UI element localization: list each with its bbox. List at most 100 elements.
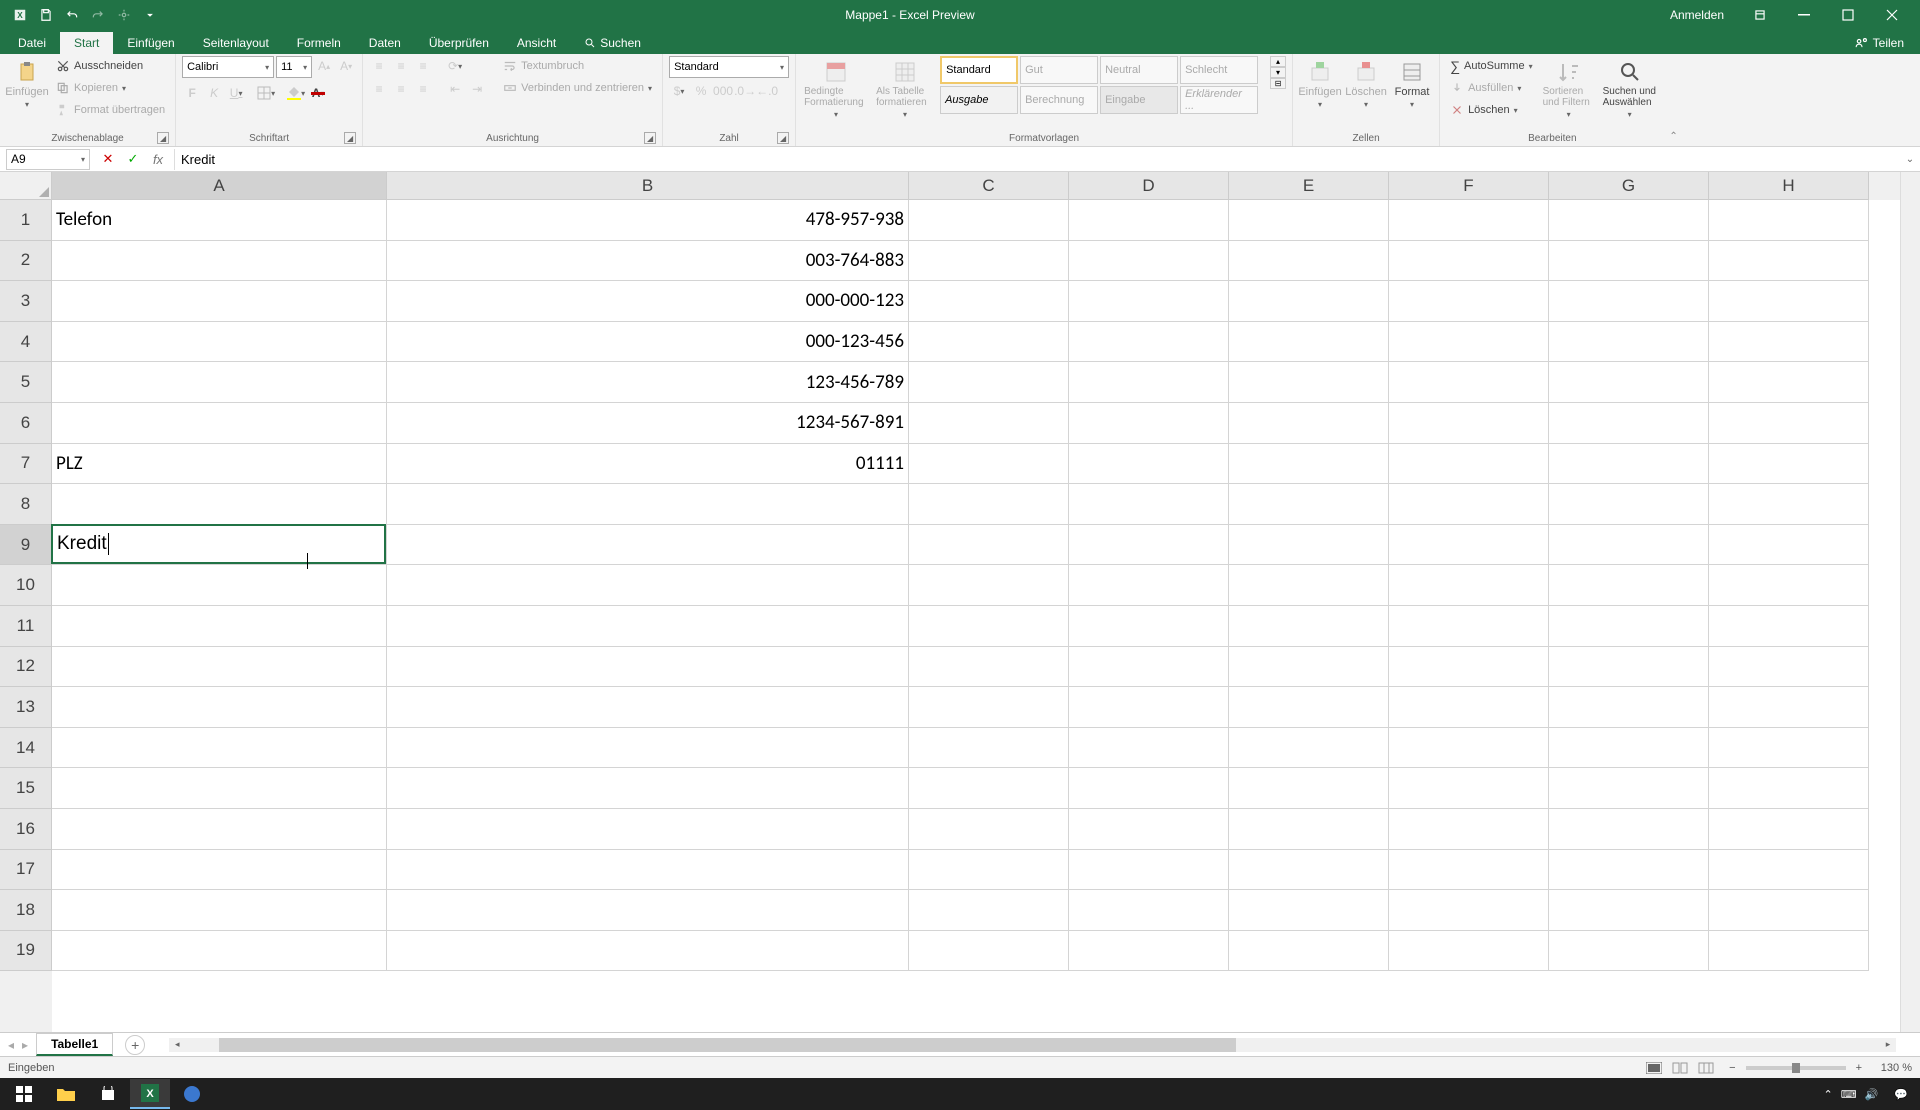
cell-B19[interactable] [387, 931, 909, 972]
cell-B13[interactable] [387, 687, 909, 728]
cell-H13[interactable] [1709, 687, 1869, 728]
cell-A11[interactable] [52, 606, 387, 647]
start-button[interactable] [4, 1079, 44, 1109]
style-schlecht[interactable]: Schlecht [1180, 56, 1258, 84]
style-eingabe[interactable]: Eingabe [1100, 86, 1178, 114]
row-header-14[interactable]: 14 [0, 728, 52, 769]
expand-formula-bar-button[interactable]: ⌄ [1900, 154, 1920, 165]
sheet-tab-active[interactable]: Tabelle1 [36, 1033, 113, 1056]
cell-F18[interactable] [1389, 890, 1549, 931]
cell-E9[interactable] [1229, 525, 1389, 566]
clipboard-dialog-launcher[interactable]: ◢ [157, 132, 169, 144]
touch-mode-icon[interactable] [112, 4, 136, 26]
cell-H9[interactable] [1709, 525, 1869, 566]
cell-A5[interactable] [52, 362, 387, 403]
row-header-7[interactable]: 7 [0, 444, 52, 485]
cell-H7[interactable] [1709, 444, 1869, 485]
cell-C1[interactable] [909, 200, 1069, 241]
row-header-11[interactable]: 11 [0, 606, 52, 647]
style-berechnung[interactable]: Berechnung [1020, 86, 1098, 114]
cell-C12[interactable] [909, 647, 1069, 688]
style-neutral[interactable]: Neutral [1100, 56, 1178, 84]
orientation-button[interactable]: ⟳▾ [445, 56, 465, 76]
cell-B1[interactable]: 478-957-938 [387, 200, 909, 241]
decrease-decimal-button[interactable]: ←.0 [757, 81, 777, 101]
cancel-edit-button[interactable]: ✕ [96, 149, 120, 170]
cell-B11[interactable] [387, 606, 909, 647]
align-right-button[interactable]: ≡ [413, 79, 433, 99]
col-header-A[interactable]: A [52, 172, 387, 200]
cell-E2[interactable] [1229, 241, 1389, 282]
editing-cell[interactable]: Kredit [51, 524, 386, 565]
zoom-out-button[interactable]: − [1729, 1062, 1735, 1074]
cell-B6[interactable]: 1234-567-891 [387, 403, 909, 444]
cell-G16[interactable] [1549, 809, 1709, 850]
cell-F13[interactable] [1389, 687, 1549, 728]
cell-C9[interactable] [909, 525, 1069, 566]
percent-button[interactable]: % [691, 81, 711, 101]
insert-cells-button[interactable]: Einfügen▾ [1299, 56, 1341, 113]
cell-A7[interactable]: PLZ [52, 444, 387, 485]
tab-pagelayout[interactable]: Seitenlayout [189, 32, 283, 54]
tab-formulas[interactable]: Formeln [283, 32, 355, 54]
decrease-font-button[interactable]: A▾ [336, 56, 356, 76]
zoom-percent[interactable]: 130 % [1866, 1062, 1912, 1074]
cell-D7[interactable] [1069, 444, 1229, 485]
cell-D19[interactable] [1069, 931, 1229, 972]
cell-A17[interactable] [52, 850, 387, 891]
tab-search[interactable]: Suchen [570, 32, 655, 54]
row-header-1[interactable]: 1 [0, 200, 52, 241]
row-header-9[interactable]: 9 [0, 525, 52, 566]
cell-G9[interactable] [1549, 525, 1709, 566]
row-header-15[interactable]: 15 [0, 768, 52, 809]
maximize-icon[interactable] [1828, 0, 1868, 30]
cell-B4[interactable]: 000-123-456 [387, 322, 909, 363]
cell-B9[interactable] [387, 525, 909, 566]
cell-D16[interactable] [1069, 809, 1229, 850]
cell-D3[interactable] [1069, 281, 1229, 322]
tab-data[interactable]: Daten [355, 32, 415, 54]
cell-C8[interactable] [909, 484, 1069, 525]
insert-function-button[interactable]: fx [146, 149, 170, 170]
cell-C10[interactable] [909, 565, 1069, 606]
col-header-E[interactable]: E [1229, 172, 1389, 200]
cell-A16[interactable] [52, 809, 387, 850]
save-icon[interactable] [34, 4, 58, 26]
conditional-formatting-button[interactable]: Bedingte Formatierung▾ [802, 56, 870, 123]
cell-G12[interactable] [1549, 647, 1709, 688]
cell-G13[interactable] [1549, 687, 1709, 728]
cell-C18[interactable] [909, 890, 1069, 931]
cell-F3[interactable] [1389, 281, 1549, 322]
align-left-button[interactable]: ≡ [369, 79, 389, 99]
cell-D15[interactable] [1069, 768, 1229, 809]
col-header-H[interactable]: H [1709, 172, 1869, 200]
cell-C14[interactable] [909, 728, 1069, 769]
tray-lang-icon[interactable]: ⌨ [1841, 1088, 1857, 1101]
cell-B17[interactable] [387, 850, 909, 891]
cell-E14[interactable] [1229, 728, 1389, 769]
cell-G2[interactable] [1549, 241, 1709, 282]
cell-E4[interactable] [1229, 322, 1389, 363]
sort-filter-button[interactable]: Sortieren und Filtern▾ [1541, 56, 1597, 123]
taskbar-edge[interactable] [172, 1079, 212, 1109]
cell-A14[interactable] [52, 728, 387, 769]
cell-F2[interactable] [1389, 241, 1549, 282]
cell-D9[interactable] [1069, 525, 1229, 566]
cell-D12[interactable] [1069, 647, 1229, 688]
cell-H6[interactable] [1709, 403, 1869, 444]
cell-C5[interactable] [909, 362, 1069, 403]
cell-A6[interactable] [52, 403, 387, 444]
border-button[interactable]: ▾ [256, 83, 276, 103]
cell-E7[interactable] [1229, 444, 1389, 485]
delete-cells-button[interactable]: Löschen▾ [1345, 56, 1387, 113]
share-button[interactable]: Teilen [1847, 32, 1912, 54]
cell-D5[interactable] [1069, 362, 1229, 403]
tray-up-icon[interactable]: ⌃ [1823, 1088, 1832, 1101]
cell-C3[interactable] [909, 281, 1069, 322]
cell-E19[interactable] [1229, 931, 1389, 972]
cell-F5[interactable] [1389, 362, 1549, 403]
cell-E6[interactable] [1229, 403, 1389, 444]
view-normal-button[interactable] [1643, 1059, 1665, 1077]
row-header-5[interactable]: 5 [0, 362, 52, 403]
bold-button[interactable]: F [182, 83, 202, 103]
